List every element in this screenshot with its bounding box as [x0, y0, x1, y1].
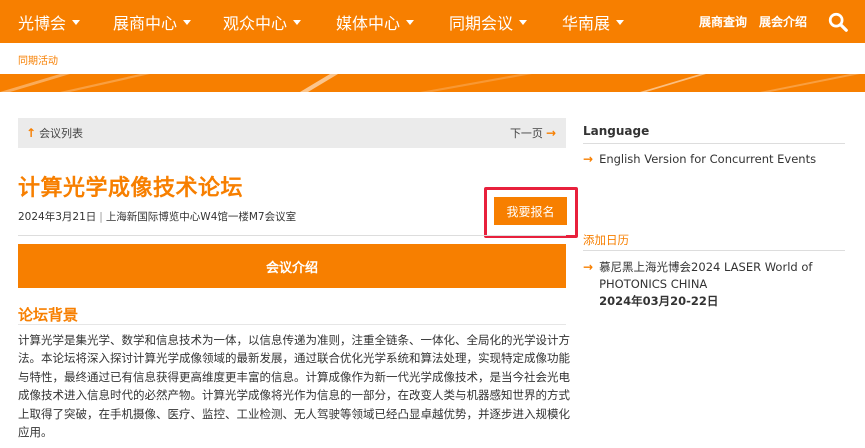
nav-item-south-china[interactable]: 华南展 [562, 0, 625, 43]
sidebar-event-item[interactable]: → 慕尼黑上海光博会2024 LASER World of PHOTONICS … [583, 259, 845, 310]
chevron-down-icon [406, 20, 415, 25]
section-title: 论坛背景 [18, 306, 79, 324]
arrow-right-icon: → [545, 126, 556, 140]
section-body: 计算光学是集光学、数学和信息技术为一体，以信息传递为准则，注重全链条、一体化、全… [18, 333, 570, 440]
english-version-label: English Version for Concurrent Events [599, 152, 817, 166]
sidebar-event-text: 慕尼黑上海光博会2024 LASER World of PHOTONICS CH… [599, 259, 845, 310]
back-to-list-link[interactable]: ↑ 会议列表 [26, 125, 83, 141]
chevron-down-icon [183, 20, 192, 25]
nav-item-label: 华南展 [562, 13, 611, 33]
banner-pattern [0, 74, 860, 92]
next-page-link[interactable]: 下一页 → [510, 125, 556, 141]
sidebar-event-dates: 2024年03月20-22日 [599, 294, 719, 308]
chevron-down-icon [72, 20, 81, 25]
sidebar-divider [583, 250, 845, 251]
pager-bar: ↑ 会议列表 下一页 → [18, 118, 566, 148]
nav-item-label: 同期会议 [449, 13, 514, 33]
breadcrumb[interactable]: 同期活动 [18, 52, 58, 67]
divider [18, 235, 566, 236]
sidebar-event-name: 慕尼黑上海光博会2024 LASER World of PHOTONICS CH… [599, 260, 813, 291]
page-title: 计算光学成像技术论坛 [18, 176, 244, 201]
register-button[interactable]: 我要报名 [494, 197, 567, 225]
nav-item-media-center[interactable]: 媒体中心 [336, 0, 415, 43]
nav-item-label: 观众中心 [223, 13, 288, 33]
sidebar-divider [583, 143, 845, 144]
search-icon[interactable] [827, 11, 849, 33]
language-heading: Language [583, 124, 650, 138]
nav-item-exhibitor-center[interactable]: 展商中心 [113, 0, 192, 43]
top-navigation: 光博会 展商中心 观众中心 媒体中心 同期会议 华南展 展商查询 展会介绍 [0, 0, 865, 43]
arrow-up-icon: ↑ [26, 126, 37, 140]
english-version-link[interactable]: → English Version for Concurrent Events [583, 152, 816, 166]
nav-right-links: 展商查询 展会介绍 [699, 0, 865, 43]
arrow-right-icon: → [583, 260, 594, 274]
exhibitor-search-link[interactable]: 展商查询 [699, 13, 747, 30]
decorative-banner [0, 74, 865, 92]
event-date: 2024年3月21日 [18, 211, 97, 223]
arrow-right-icon: → [583, 152, 594, 166]
chevron-down-icon [519, 20, 528, 25]
nav-item-label: 展商中心 [113, 13, 178, 33]
chevron-down-icon [293, 20, 302, 25]
add-calendar-link[interactable]: 添加日历 [583, 232, 629, 248]
tab-conference-intro[interactable]: 会议介绍 [18, 244, 566, 288]
meta-separator: | [99, 211, 103, 223]
next-page-label: 下一页 [509, 127, 543, 140]
event-meta: 2024年3月21日 | 上海新国际博览中心W4馆一楼M7会议室 [18, 209, 296, 224]
nav-item-expo[interactable]: 光博会 [18, 0, 81, 43]
nav-item-label: 媒体中心 [336, 13, 401, 33]
nav-item-visitor-center[interactable]: 观众中心 [223, 0, 302, 43]
expo-intro-link[interactable]: 展会介绍 [759, 13, 807, 30]
chevron-down-icon [616, 20, 625, 25]
event-location: 上海新国际博览中心W4馆一楼M7会议室 [105, 211, 297, 223]
nav-item-conferences[interactable]: 同期会议 [449, 0, 528, 43]
back-to-list-label: 会议列表 [39, 127, 84, 140]
nav-item-label: 光博会 [18, 13, 67, 33]
section-divider [18, 324, 566, 325]
